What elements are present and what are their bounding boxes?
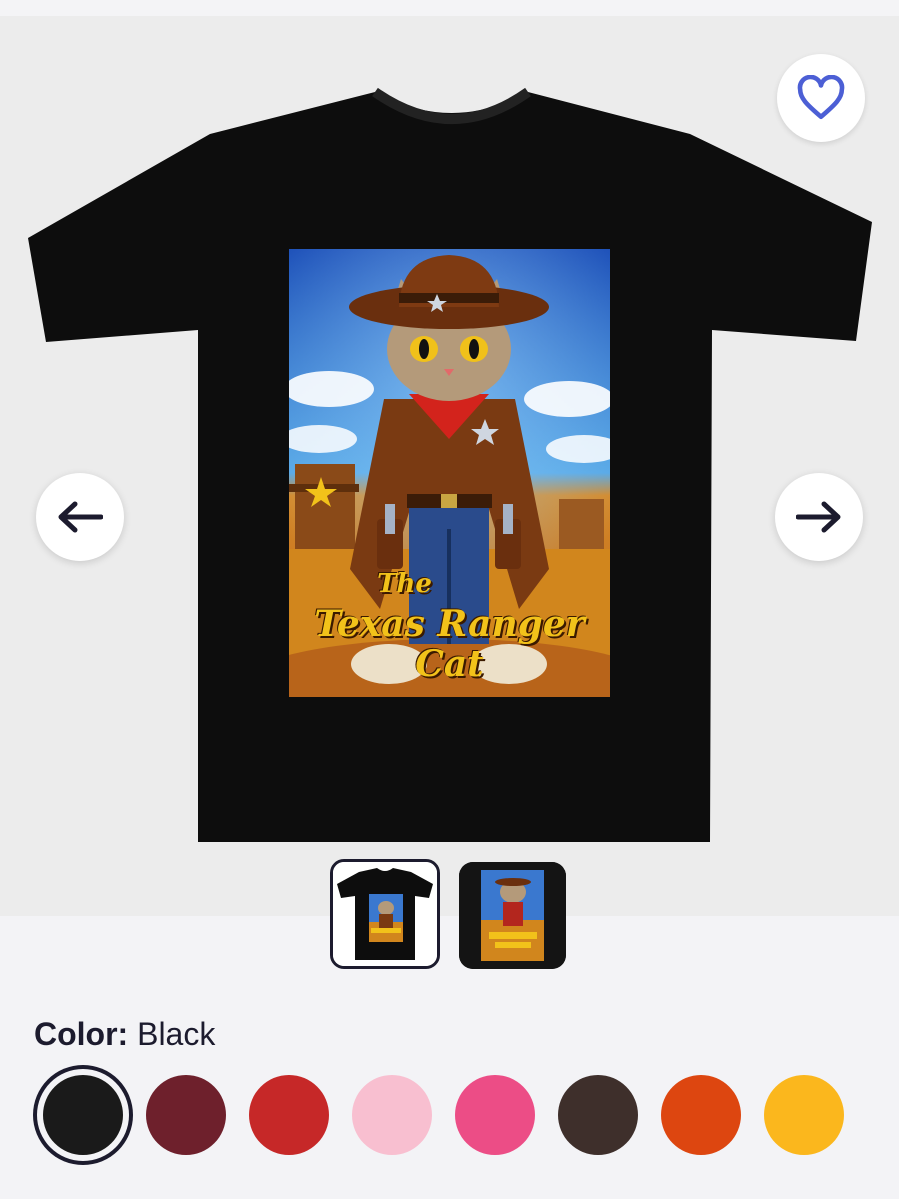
product-image-stage: The Texas Ranger Cat [0, 16, 899, 916]
color-swatch-hot-pink[interactable] [455, 1075, 535, 1155]
previous-image-button[interactable] [36, 473, 124, 561]
thumbnail-t-shirt[interactable] [330, 859, 440, 969]
color-swatch-pink[interactable] [352, 1075, 432, 1155]
color-swatch-black[interactable] [43, 1075, 123, 1155]
color-swatch-brown[interactable] [558, 1075, 638, 1155]
color-label: Color: Black [34, 1016, 215, 1053]
color-swatch-orange[interactable] [661, 1075, 741, 1155]
next-image-button[interactable] [775, 473, 863, 561]
design-thumbnail-image [459, 862, 566, 969]
selected-color-name: Black [137, 1016, 216, 1052]
arrow-right-icon [796, 501, 841, 533]
color-swatch-red[interactable] [249, 1075, 329, 1155]
color-swatch-maroon[interactable] [146, 1075, 226, 1155]
favorite-button[interactable] [777, 54, 865, 142]
heart-outline-icon [797, 75, 845, 120]
color-swatch-gold[interactable] [764, 1075, 844, 1155]
top-bar [0, 0, 899, 16]
thumbnail-design[interactable] [459, 862, 566, 969]
t-shirt-thumbnail-image [333, 862, 437, 966]
design-artwork [289, 249, 610, 697]
color-label-title: Color: [34, 1016, 129, 1052]
arrow-left-icon [58, 501, 103, 533]
thumbnail-strip [0, 858, 899, 972]
